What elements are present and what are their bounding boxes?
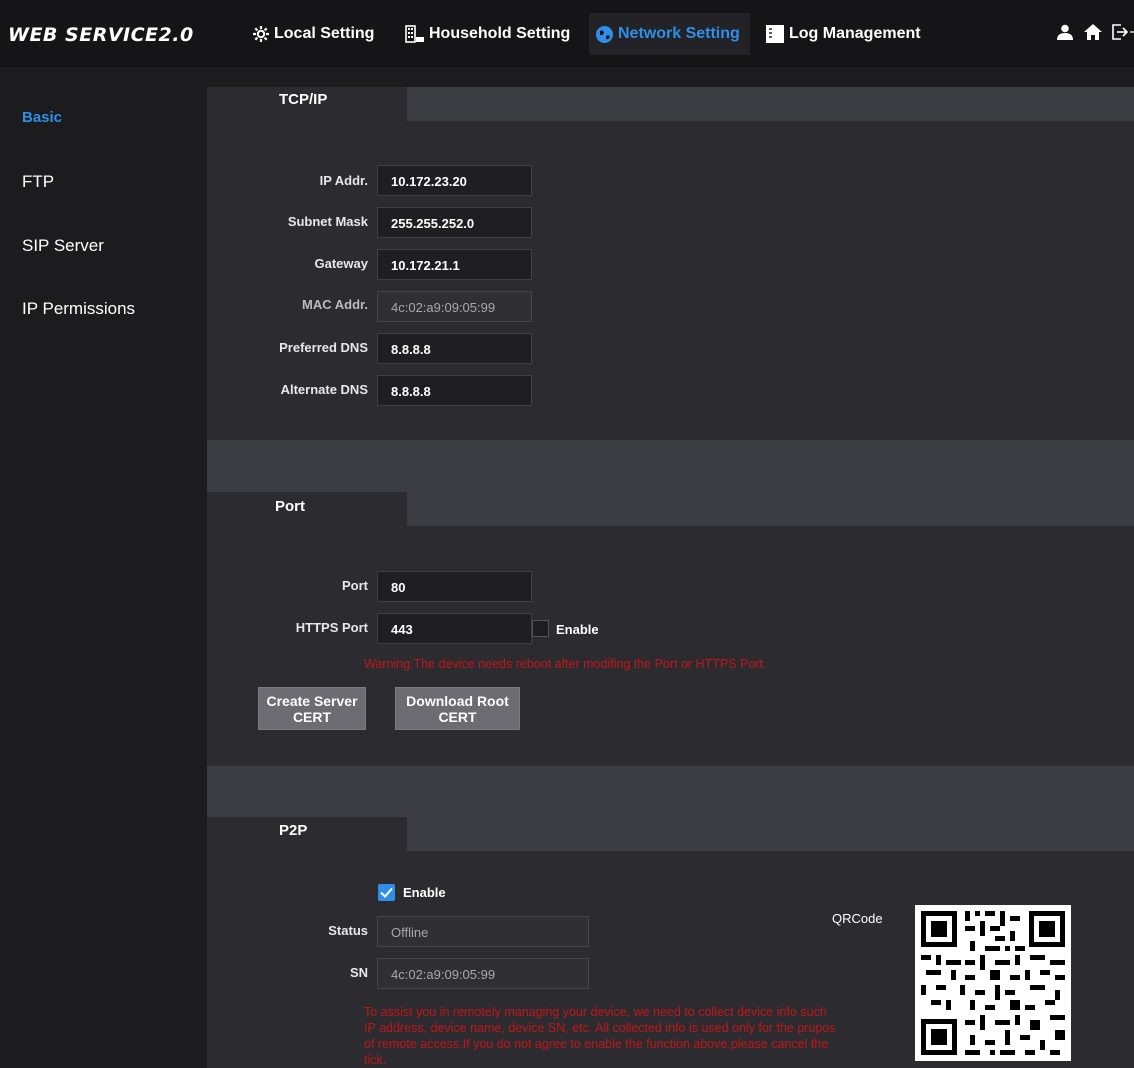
ip-addr-input[interactable]: 10.172.23.20 [377,165,532,196]
subnet-mask-input[interactable]: 255.255.252.0 [377,207,532,238]
sidebar-item-sip-server[interactable]: SIP Server [22,236,104,256]
nav-local-setting-label: Local Setting [274,25,375,42]
download-root-cert-button[interactable]: Download Root CERT [395,687,520,730]
p2p-privacy-notice: To assist you in remotely managing your … [364,1004,909,1068]
gateway-label: Gateway [314,256,368,271]
section-gap [207,440,1134,492]
https-enable-checkbox[interactable] [532,620,549,637]
logout-icon[interactable] [1112,24,1134,40]
nav-household-setting-label: Household Setting [429,25,571,42]
port-label: Port [342,578,368,593]
https-port-label: HTTPS Port [295,620,368,635]
port-input[interactable]: 80 [377,571,532,602]
alternate-dns-input[interactable]: 8.8.8.8 [377,375,532,406]
download-root-cert-line1: Download Root [406,693,509,709]
p2p-notice-line1: To assist you in remotely managing your … [364,1005,827,1019]
tcpip-tab: TCP/IP [207,87,407,121]
create-server-cert-line2: CERT [292,709,332,725]
sidebar [0,67,190,1068]
gear-icon [252,25,270,43]
building-icon [405,25,425,43]
nav-network-setting[interactable]: Network Setting [589,13,750,55]
top-bar: WEB SERVICE2.0 Local Setting Household S… [0,0,1134,67]
subnet-mask-label: Subnet Mask [287,214,368,229]
home-icon[interactable] [1084,24,1102,40]
https-enable-label: Enable [556,622,599,637]
sidebar-item-basic[interactable]: Basic [22,109,62,126]
create-server-cert-button[interactable]: Create Server CERT [258,687,366,730]
app-logo: WEB SERVICE2.0 [8,24,194,46]
port-tab: Port [207,492,407,526]
mac-addr-label: MAC Addr. [302,297,368,312]
nav-log-management-label: Log Management [789,25,921,42]
qrcode-label: QRCode [832,911,883,926]
nav-household-setting[interactable]: Household Setting [405,13,570,55]
user-icon[interactable] [1056,24,1074,40]
preferred-dns-label: Preferred DNS [279,340,368,355]
sidebar-item-ftp[interactable]: FTP [22,172,54,192]
qrcode-icon [915,905,1071,1061]
nav-network-setting-label: Network Setting [618,25,740,42]
sidebar-item-ip-permissions[interactable]: IP Permissions [22,299,135,319]
nav-local-setting[interactable]: Local Setting [252,13,374,55]
p2p-sn-label: SN [349,965,368,980]
p2p-tab: P2P [207,817,407,851]
p2p-notice-line3: of remote access.If you do not agree to … [364,1037,829,1051]
nav-log-management[interactable]: Log Management [765,13,921,55]
qrcode-image [915,905,1071,1061]
top-right-icons [1056,24,1134,40]
preferred-dns-input[interactable]: 8.8.8.8 [377,333,532,364]
port-warning: Warning:The device needs reboot after mo… [364,657,767,671]
p2p-notice-line4: tick. [364,1053,387,1067]
document-icon [765,24,785,44]
checkmark-icon [380,887,393,898]
p2p-status-field: Offline [377,916,589,947]
p2p-status-label: Status [328,923,368,938]
alternate-dns-label: Alternate DNS [280,382,368,397]
section-gap-2 [207,766,1134,817]
ip-addr-label: IP Addr. [319,173,368,188]
create-server-cert-line1: Create Server [266,693,358,709]
gateway-input[interactable]: 10.172.21.1 [377,249,532,280]
mac-addr-field: 4c:02:a9:09:05:99 [377,291,532,322]
p2p-notice-line2: IP address, device name, device SN, etc.… [364,1021,836,1035]
p2p-enable-checkbox[interactable] [378,884,395,901]
p2p-sn-field: 4c:02:a9:09:05:99 [377,958,589,989]
download-root-cert-line2: CERT [438,709,477,725]
p2p-enable-label: Enable [403,885,446,900]
port-panel [207,526,1134,766]
globe-icon [595,25,614,44]
https-port-input[interactable]: 443 [377,613,532,644]
